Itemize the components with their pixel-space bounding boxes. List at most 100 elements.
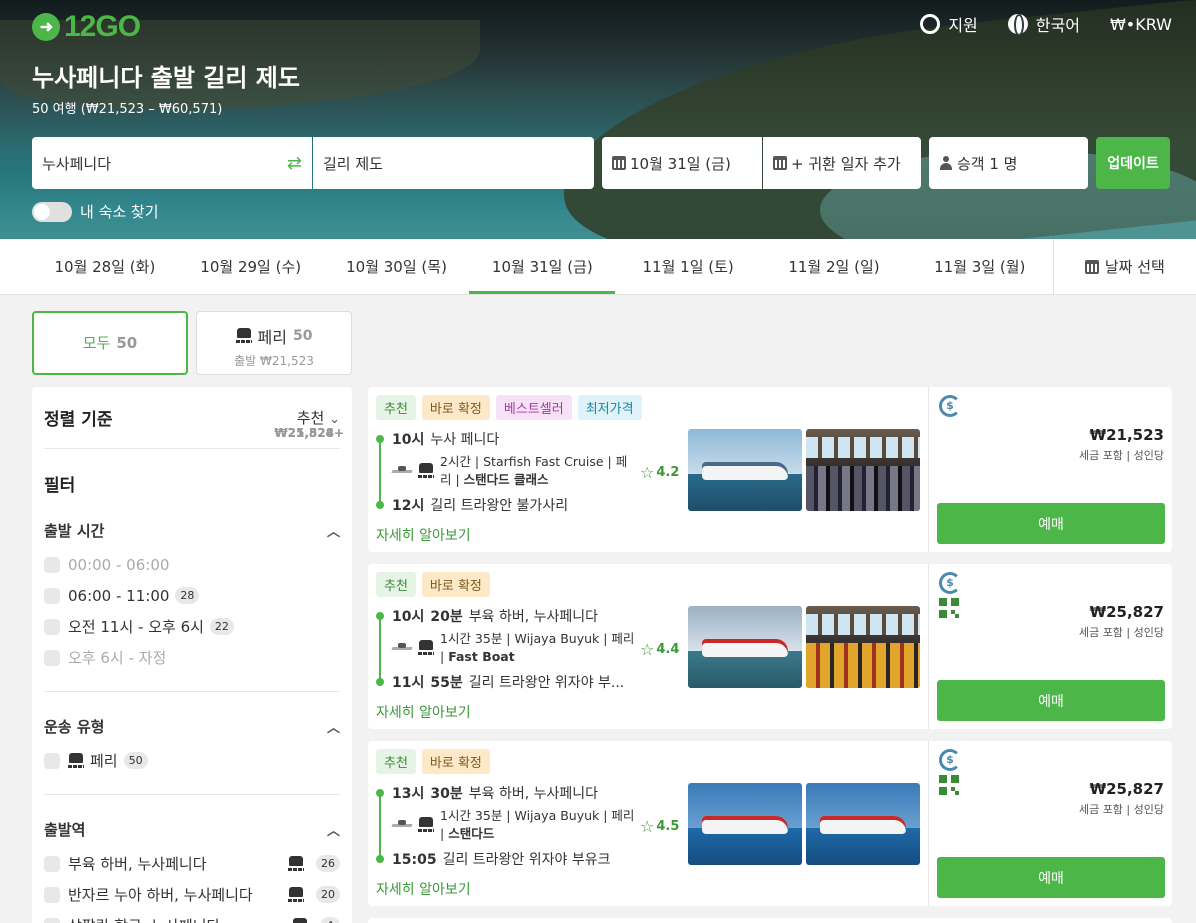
update-button[interactable]: 업데이트 — [1096, 137, 1170, 189]
boat-photo[interactable] — [688, 606, 802, 688]
option-label: 오전 11시 - 오후 6시 — [68, 618, 204, 636]
departure-option[interactable]: 오전 11시 - 오후 6시 ₩25,828+ 22 — [44, 426, 344, 642]
chevron-up-icon: ︿ — [326, 824, 340, 839]
departure-place: 부육 하버, 누사페니다 — [468, 786, 599, 802]
arrival-stop: 11시 55분 길리 트라왕안 위자야 부... — [392, 672, 624, 692]
boat-photo[interactable] — [688, 783, 802, 865]
date-tab[interactable]: 10월 28일 (화) — [32, 239, 178, 294]
to-value: 길리 제도 — [323, 154, 383, 173]
checkbox[interactable] — [44, 855, 60, 872]
passengers-field[interactable]: 승객 1 명 — [929, 137, 1088, 189]
tag-recommended: 추천 — [376, 395, 416, 420]
mode-tab-all[interactable]: 모두 50 — [32, 311, 188, 375]
date-tab[interactable]: 11월 3일 (월) — [907, 239, 1053, 294]
checkbox[interactable] — [44, 618, 60, 635]
departure-option[interactable]: 06:00 - 11:00 ₩21,524+ 28 — [44, 426, 344, 611]
chevron-down-icon: ⌄ — [329, 412, 340, 427]
result-card[interactable]: 추천 바로 확정 10시 20분 부육 하버, 누사페니다 1시간 35분 | Wi… — [368, 564, 1172, 729]
tag-recommended: 추천 — [376, 572, 416, 597]
accommodation-toggle-label: 내 숙소 찾기 — [80, 203, 159, 221]
option-label: 부육 하버, 누사페니다 — [68, 855, 207, 873]
checkbox[interactable] — [44, 649, 60, 666]
currency-label: ₩•KRW — [1109, 14, 1172, 34]
book-button[interactable]: 예매 — [937, 857, 1165, 898]
refund-icon: $ — [939, 572, 961, 594]
tag-lowest-price: 최저가격 — [577, 395, 642, 420]
filter-title: 필터 — [44, 476, 76, 496]
chevron-up-icon: ︿ — [326, 525, 340, 540]
date-tab[interactable]: 10월 29일 (수) — [178, 239, 324, 294]
accommodation-toggle[interactable] — [32, 201, 72, 222]
language-selector[interactable]: 한국어 — [1007, 12, 1080, 36]
support-link[interactable]: 지원 — [920, 12, 978, 36]
rating-value: 4.5 — [656, 819, 680, 834]
checkbox[interactable] — [44, 886, 60, 903]
result-card[interactable] — [368, 918, 1172, 923]
departure-station-title: 출발역 — [44, 821, 86, 839]
ferry-icon — [235, 328, 252, 344]
date-tab-active[interactable]: 10월 31일 (금) — [469, 239, 616, 294]
book-button[interactable]: 예매 — [937, 680, 1165, 721]
qr-code-icon — [939, 775, 959, 795]
sort-dropdown[interactable]: 추천 ⌄ — [297, 407, 340, 428]
departure-station-header[interactable]: 출발역 ︿ — [44, 819, 340, 840]
transport-type-header[interactable]: 운송 유형 ︿ — [44, 716, 340, 737]
trip-info: 1시간 35분 | Wijaya Buyuk | 페리 | 스탠다드 — [392, 807, 682, 843]
details-link[interactable]: 자세히 알아보기 — [376, 702, 471, 722]
station-option[interactable]: 부육 하버, 누사페니다 26 — [44, 848, 340, 879]
chevron-up-icon: ︿ — [326, 721, 340, 736]
date-tab[interactable]: 11월 1일 (토) — [615, 239, 761, 294]
details-link[interactable]: 자세히 알아보기 — [376, 879, 471, 899]
departure-time-header[interactable]: 출발 시간 ︿ — [44, 520, 340, 541]
departure-minutes: 30분 — [430, 786, 463, 802]
tag-recommended: 추천 — [376, 749, 416, 774]
option-label: 오후 6시 - 자정 — [68, 649, 167, 667]
ferry-icon — [418, 817, 434, 833]
from-field[interactable]: 누사페니다 ⇄ — [32, 137, 312, 189]
date-picker-button[interactable]: 날짜 선택 — [1052, 239, 1196, 294]
ferry-icon — [292, 917, 308, 923]
trip-info: 1시간 35분 | Wijaya Buyuk | 페리 | Fast Boat — [392, 630, 682, 666]
boat-photo[interactable] — [688, 429, 802, 511]
result-card[interactable]: 추천 바로 확정 베스트셀러 최저가격 10시 누사 페니다 2시간 | Star… — [368, 387, 1172, 552]
checkbox[interactable] — [44, 752, 60, 769]
boat-photo[interactable] — [806, 783, 920, 865]
arrival-stop: 12시 길리 트라왕안 불가사리 — [392, 495, 568, 515]
departure-option[interactable]: 00:00 - 06:00 — [44, 549, 340, 580]
trip-class: Fast Boat — [448, 649, 515, 664]
currency-selector[interactable]: ₩•KRW — [1110, 15, 1172, 34]
checkbox[interactable] — [44, 556, 60, 573]
date-tab[interactable]: 11월 2일 (일) — [761, 239, 907, 294]
departure-time-title: 출발 시간 — [44, 522, 105, 540]
star-icon: ☆ — [640, 817, 655, 836]
station-option[interactable]: 삼팔란 항구, 누사페니다 4 — [44, 910, 340, 923]
station-option[interactable]: 반자르 누아 하버, 누사페니다 20 — [44, 879, 340, 910]
logo[interactable]: ➜ 12GO — [32, 10, 141, 44]
departure-place: 누사 페니다 — [430, 432, 500, 448]
swap-icon[interactable]: ⇄ — [287, 153, 302, 174]
calendar-icon — [773, 156, 787, 170]
to-field[interactable]: 길리 제도 — [313, 137, 594, 189]
ferry-icon — [288, 886, 304, 903]
book-button[interactable]: 예매 — [937, 503, 1165, 544]
cabin-photo[interactable] — [806, 606, 920, 688]
result-card[interactable]: 추천 바로 확정 13시 30분 부육 하버, 누사페니다 1시간 35분 | Wi… — [368, 741, 1172, 906]
option-label: 00:00 - 06:00 — [68, 555, 170, 574]
transport-option[interactable]: 페리 ₩21,524+ 50 — [44, 426, 344, 776]
checkbox[interactable] — [44, 917, 60, 923]
departure-option[interactable]: 오후 6시 - 자정 — [44, 642, 340, 673]
mode-ferry-count: 50 — [292, 328, 313, 344]
checkbox[interactable] — [44, 587, 60, 604]
details-link[interactable]: 자세히 알아보기 — [376, 525, 471, 545]
date-tab[interactable]: 10월 30일 (목) — [324, 239, 470, 294]
return-date-field[interactable]: + 귀환 일자 추가 — [763, 137, 921, 189]
date-field[interactable]: 10월 31일 (금) — [602, 137, 762, 189]
ferry-icon — [418, 463, 434, 479]
option-count: 20 — [316, 886, 340, 903]
mode-tab-ferry[interactable]: 페리 50 출발 ₩21,523 — [196, 311, 352, 375]
price: ₩25,827 — [1089, 603, 1164, 621]
operator-logo-icon — [392, 641, 412, 655]
cabin-photo[interactable] — [806, 429, 920, 511]
page-title: 누사페니다 출발 길리 제도 — [32, 64, 300, 92]
search-form: 누사페니다 ⇄ 길리 제도 10월 31일 (금) + 귀환 일자 추가 승객 … — [32, 137, 1170, 189]
